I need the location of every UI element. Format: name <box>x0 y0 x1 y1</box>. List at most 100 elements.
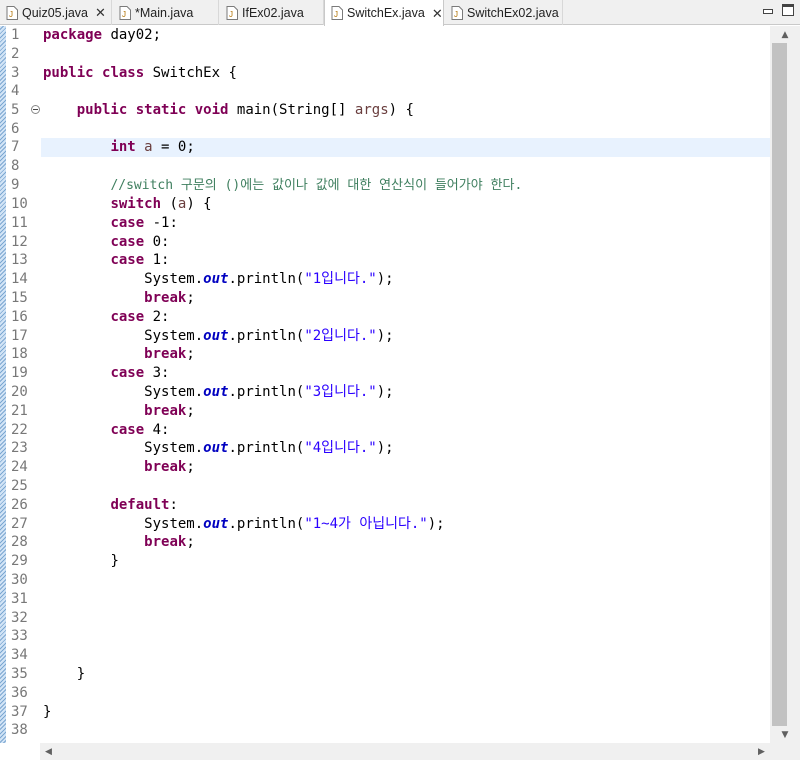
svg-text:J: J <box>334 10 338 19</box>
line-number: 8 <box>11 158 20 174</box>
line-number: 23 <box>11 440 28 456</box>
tab-quiz05[interactable]: J Quiz05.java ✕ <box>0 0 112 25</box>
code-line: 17 System.out.println("2입니다."); <box>11 328 394 344</box>
line-number: 21 <box>11 403 28 419</box>
tab-ifex02[interactable]: J IfEx02.java <box>220 0 324 25</box>
code-line: 1 package day02; <box>11 27 162 43</box>
line-number: 2 <box>11 46 20 62</box>
code-line: 12 case 0: <box>11 234 170 250</box>
code-line: 36 <box>0 684 770 703</box>
code-line: 9 //switch 구문의 ()에는 값이나 값에 대한 연산식이 들어가야 … <box>11 177 523 193</box>
line-number: 5 <box>11 102 20 118</box>
code-line: 14 System.out.println("1입니다."); <box>11 271 394 287</box>
svg-text:J: J <box>9 10 13 19</box>
code-line: 19 case 3: <box>11 365 170 381</box>
code-line: 28 break; <box>11 534 195 550</box>
svg-text:J: J <box>454 10 458 19</box>
line-number: 14 <box>11 271 28 287</box>
line-number: 1 <box>11 27 20 43</box>
code-line: 11 case -1: <box>11 215 178 231</box>
line-number: 19 <box>11 365 28 381</box>
vertical-scrollbar[interactable]: ▲ ▼ <box>770 26 800 743</box>
line-number: 33 <box>11 628 28 644</box>
line-number: 3 <box>11 65 20 81</box>
svg-text:J: J <box>229 10 233 19</box>
line-number: 28 <box>11 534 28 550</box>
java-file-icon: J <box>6 5 18 20</box>
line-number: 22 <box>11 422 28 438</box>
line-number: 7 <box>11 139 20 155</box>
code-line: 2 <box>0 45 770 64</box>
java-file-icon: J <box>119 5 131 20</box>
maximize-icon[interactable] <box>782 4 794 16</box>
scroll-right-icon[interactable]: ▶ <box>753 743 770 760</box>
line-number: 20 <box>11 384 28 400</box>
close-icon[interactable]: ✕ <box>95 6 106 19</box>
scroll-up-icon[interactable]: ▲ <box>770 26 800 43</box>
tab-label: SwitchEx02.java <box>467 5 559 20</box>
code-line: 8 <box>0 157 770 176</box>
java-file-icon: J <box>331 6 343 20</box>
line-number: 15 <box>11 290 28 306</box>
gutter-bottom <box>0 743 40 760</box>
code-line: 6 <box>0 120 770 139</box>
code-line: 31 <box>0 590 770 609</box>
line-number: 32 <box>11 610 28 626</box>
collapse-icon[interactable] <box>31 105 40 114</box>
code-line: 38 <box>0 721 770 740</box>
line-number: 26 <box>11 497 28 513</box>
close-icon[interactable]: ✕ <box>432 7 443 20</box>
code-line: 20 System.out.println("3입니다."); <box>11 384 394 400</box>
code-line: 24 break; <box>11 459 195 475</box>
line-number: 4 <box>11 83 20 99</box>
line-number: 13 <box>11 252 28 268</box>
code-line: 34 <box>0 646 770 665</box>
code-line: 21 break; <box>11 403 195 419</box>
line-number: 25 <box>11 478 28 494</box>
code-line: 23 System.out.println("4입니다."); <box>11 440 394 456</box>
line-number: 10 <box>11 196 28 212</box>
scroll-left-icon[interactable]: ◀ <box>40 743 57 760</box>
line-number: 12 <box>11 234 28 250</box>
code-line: 18 break; <box>11 346 195 362</box>
tab-switchex02[interactable]: J SwitchEx02.java <box>445 0 563 25</box>
java-file-icon: J <box>226 5 238 20</box>
minimize-icon[interactable] <box>762 4 774 16</box>
code-line: 37} <box>11 704 52 720</box>
horizontal-scrollbar[interactable]: ◀ ▶ <box>40 743 770 760</box>
code-line: 32 <box>0 609 770 628</box>
line-number: 36 <box>11 685 28 701</box>
tab-label: Quiz05.java <box>22 5 89 20</box>
tab-label: IfEx02.java <box>242 5 304 20</box>
scroll-down-icon[interactable]: ▼ <box>770 726 800 743</box>
line-number: 31 <box>11 591 28 607</box>
scrollbar-thumb[interactable] <box>772 43 787 726</box>
line-number: 29 <box>11 553 28 569</box>
tab-main[interactable]: J *Main.java <box>113 0 219 25</box>
code-editor[interactable]: 1 package day02; 2 3 public class SwitchEx… <box>0 26 770 743</box>
code-line: 15 break; <box>11 290 195 306</box>
code-line: 4 <box>0 82 770 101</box>
code-line: 26 default: <box>11 497 178 513</box>
line-number: 11 <box>11 215 28 231</box>
code-line: 5 public static void main(String[] args)… <box>11 102 414 118</box>
line-number: 24 <box>11 459 28 475</box>
line-number: 16 <box>11 309 28 325</box>
tab-switchex[interactable]: J SwitchEx.java ✕ <box>324 0 444 26</box>
line-number: 35 <box>11 666 28 682</box>
code-line: 7 int a = 0; <box>11 139 195 155</box>
scrollbar-corner <box>770 743 800 760</box>
tab-label: SwitchEx.java <box>347 6 425 20</box>
code-line: 22 case 4: <box>11 422 170 438</box>
code-line: 29 } <box>11 553 119 569</box>
line-number: 38 <box>11 722 28 738</box>
code-line: 16 case 2: <box>11 309 170 325</box>
line-number: 30 <box>11 572 28 588</box>
code-line: 33 <box>0 627 770 646</box>
line-number: 17 <box>11 328 28 344</box>
code-line: 13 case 1: <box>11 252 170 268</box>
editor-tab-bar: J Quiz05.java ✕ J *Main.java J IfEx02.ja… <box>0 0 800 26</box>
line-number: 27 <box>11 516 28 532</box>
java-file-icon: J <box>451 5 463 20</box>
code-line: 35 } <box>11 666 86 682</box>
